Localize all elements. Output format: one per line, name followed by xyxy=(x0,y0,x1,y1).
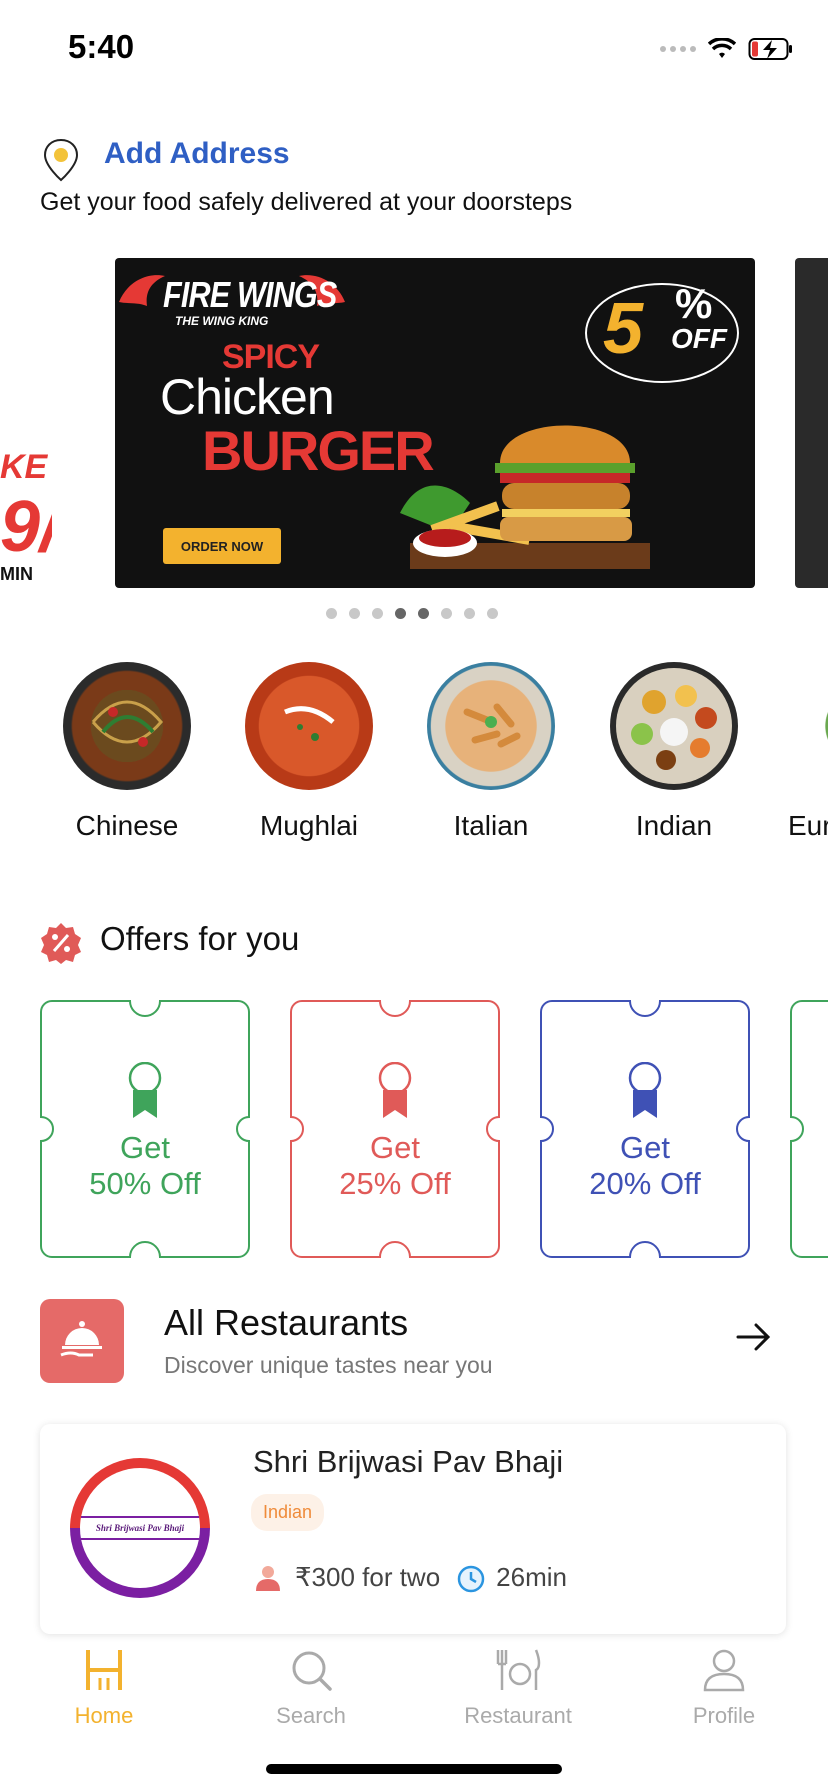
offer-coupon-partial[interactable] xyxy=(790,1000,828,1258)
cuisine-indian[interactable]: Indian xyxy=(607,662,741,842)
banner-next-slide[interactable] xyxy=(795,258,828,588)
tab-search[interactable]: Search xyxy=(246,1648,376,1729)
cuisine-european[interactable]: Eur xyxy=(788,662,828,842)
italian-image xyxy=(427,662,555,790)
tab-label: Restaurant xyxy=(464,1703,572,1728)
ribbon-badge-icon xyxy=(628,1062,662,1118)
arrow-right-icon[interactable] xyxy=(736,1322,772,1352)
discount-number: 5 xyxy=(603,289,644,369)
clock-icon xyxy=(457,1565,485,1592)
status-time: 5:40 xyxy=(68,28,135,65)
pager-dot[interactable] xyxy=(326,608,337,619)
location-pin-icon[interactable] xyxy=(42,138,80,182)
coupon-line2: 25% Off xyxy=(339,1166,451,1201)
restaurant-icon xyxy=(496,1649,541,1690)
chinese-image xyxy=(63,662,191,790)
tab-restaurant[interactable]: Restaurant xyxy=(453,1648,583,1729)
carousel-pager xyxy=(326,608,498,619)
coupon-outline xyxy=(40,1000,250,1258)
pager-dot[interactable] xyxy=(441,608,452,619)
prev-banner-min: MIN xyxy=(0,564,33,584)
coupon-outline xyxy=(290,1000,500,1258)
pager-dot[interactable] xyxy=(349,608,360,619)
all-restaurants-title[interactable]: All Restaurants xyxy=(164,1302,408,1344)
pager-dot[interactable] xyxy=(372,608,383,619)
pager-dot[interactable] xyxy=(418,608,429,619)
cuisine-label: Chinese xyxy=(75,810,179,841)
food-cloche-icon xyxy=(60,1321,102,1357)
promo-banner[interactable]: FIRE WINGS THE WING KING SPICY Chicken B… xyxy=(115,258,755,588)
discount-sign: % xyxy=(675,280,713,327)
tab-label: Profile xyxy=(692,1703,756,1728)
cuisine-label: Indian xyxy=(635,810,713,841)
banner-brand: FIRE WINGS xyxy=(163,274,337,315)
restaurant-name: Shri Brijwasi Pav Bhaji xyxy=(253,1444,564,1479)
wifi-icon xyxy=(708,38,736,58)
offers-title: Offers for you xyxy=(100,920,300,957)
cuisine-italian[interactable]: Italian xyxy=(424,662,558,842)
pager-dot[interactable] xyxy=(464,608,475,619)
cuisine-chinese[interactable]: Chinese xyxy=(60,662,194,842)
tab-label: Home xyxy=(74,1703,134,1728)
banner-previous-slide[interactable]: KE 9/- MIN xyxy=(0,258,52,588)
offer-coupon-20[interactable]: Get 20% Off xyxy=(540,1000,750,1258)
restaurant-logo: Shri Brijwasi Pav Bhaji xyxy=(70,1458,210,1598)
offer-badge-icon xyxy=(41,923,81,964)
coupon-text: Get 20% Off xyxy=(540,1130,750,1202)
coupon-text: Get 50% Off xyxy=(40,1130,250,1202)
coupon-line2: 50% Off xyxy=(89,1166,201,1201)
ribbon-badge-icon xyxy=(378,1062,412,1118)
pager-dot[interactable] xyxy=(395,608,406,619)
restaurant-card[interactable]: Shri Brijwasi Pav Bhaji Shri Brijwasi Pa… xyxy=(40,1424,786,1634)
discount-off: OFF xyxy=(671,323,727,354)
coupon-line1: Get xyxy=(120,1130,170,1165)
coupon-text: Get 25% Off xyxy=(290,1130,500,1202)
delivery-time: 26min xyxy=(496,1562,567,1592)
coupon-line2: 20% Off xyxy=(589,1166,701,1201)
cuisine-label: Mughlai xyxy=(259,810,359,841)
add-address-link[interactable]: Add Address xyxy=(104,137,290,171)
battery-icon xyxy=(748,38,792,60)
mughlai-image xyxy=(245,662,373,790)
tab-label: Search xyxy=(276,1703,346,1728)
all-restaurants-icon xyxy=(40,1299,124,1383)
profile-icon xyxy=(703,1649,745,1692)
restaurant-meta: ₹300 for two 26min xyxy=(253,1562,567,1593)
cuisine-mughlai[interactable]: Mughlai xyxy=(242,662,376,842)
european-image xyxy=(798,662,828,790)
address-tagline: Get your food safely delivered at your d… xyxy=(40,188,573,216)
cuisine-tag: Indian xyxy=(251,1494,325,1531)
signal-dots-icon xyxy=(660,46,696,52)
indian-image xyxy=(610,662,738,790)
prev-banner-text: KE xyxy=(0,448,48,486)
banner-brand-sub: THE WING KING xyxy=(175,314,269,328)
fork-knife-icon xyxy=(86,1650,122,1690)
cuisine-label: Italian xyxy=(453,810,529,841)
coupon-outline xyxy=(540,1000,750,1258)
price-for-two: ₹300 for two xyxy=(295,1562,441,1592)
burger-image xyxy=(400,425,650,569)
status-icons xyxy=(660,34,794,64)
prev-banner-price: 9/- xyxy=(0,487,52,567)
coupon-line1: Get xyxy=(370,1130,420,1165)
coupon-line1: Get xyxy=(620,1130,670,1165)
person-icon xyxy=(256,1565,280,1591)
home-indicator[interactable] xyxy=(266,1764,562,1774)
coupon-outline xyxy=(790,1000,828,1258)
tab-home[interactable]: Home xyxy=(39,1648,169,1729)
offer-coupon-25[interactable]: Get 25% Off xyxy=(290,1000,500,1258)
cuisine-label: Eur xyxy=(788,810,828,841)
logo-text: Shri Brijwasi Pav Bhaji xyxy=(81,1516,199,1540)
tab-profile[interactable]: Profile xyxy=(659,1648,789,1729)
pager-dot[interactable] xyxy=(487,608,498,619)
search-icon xyxy=(292,1651,332,1691)
offer-coupon-50[interactable]: Get 50% Off xyxy=(40,1000,250,1258)
all-restaurants-subtitle: Discover unique tastes near you xyxy=(164,1352,493,1378)
ribbon-badge-icon xyxy=(128,1062,162,1118)
order-now-button[interactable]: ORDER NOW xyxy=(163,528,281,564)
